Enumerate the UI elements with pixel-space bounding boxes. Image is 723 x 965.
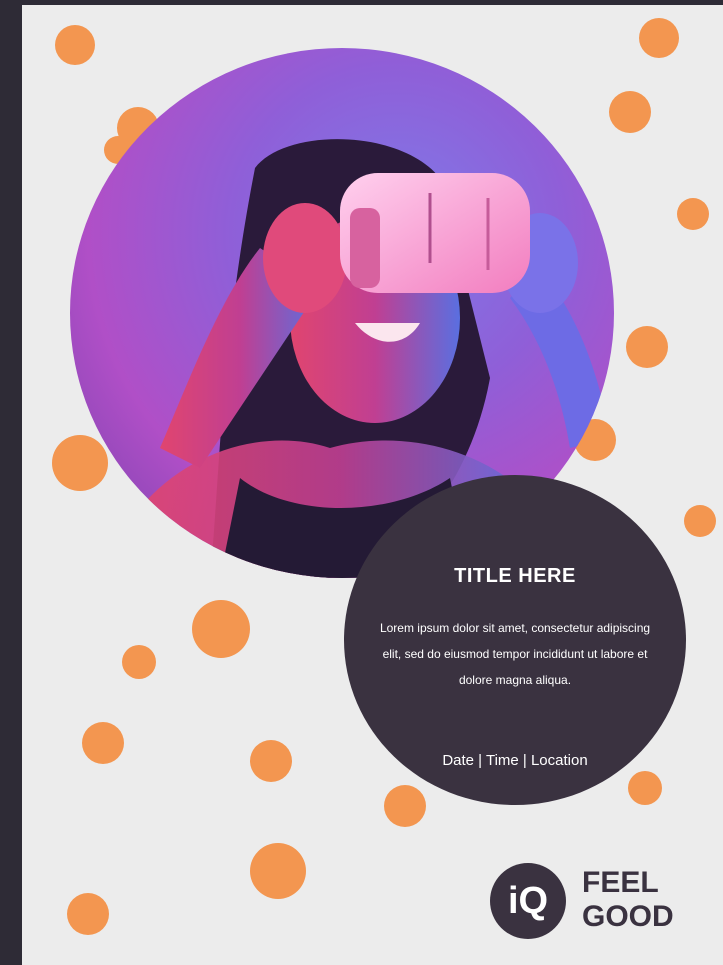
brand-word-feel: FEEL <box>582 866 659 899</box>
decor-dot <box>677 198 709 230</box>
decor-dot <box>122 645 156 679</box>
decor-dot <box>67 893 109 935</box>
decor-dot <box>250 740 292 782</box>
decor-dot <box>609 91 651 133</box>
decor-dot <box>192 600 250 658</box>
event-date-time-location: Date | Time | Location <box>442 752 588 769</box>
event-description: Lorem ipsum dolor sit amet, consectetur … <box>379 621 651 687</box>
decor-dot <box>250 843 306 899</box>
brand-word-good: GOOD <box>582 900 674 933</box>
decor-dot <box>82 722 124 764</box>
brand-wordmark: FEEL GOOD <box>582 866 674 934</box>
event-title: TITLE HERE <box>454 565 576 587</box>
decor-dot <box>684 505 716 537</box>
event-info-circle: TITLE HERE Lorem ipsum dolor sit amet, c… <box>344 475 686 805</box>
decor-dot <box>639 18 679 58</box>
decor-dot <box>628 771 662 805</box>
brand-logo: iQ FEEL GOOD <box>490 858 700 939</box>
iq-logo-icon: iQ <box>490 863 566 939</box>
decor-dot <box>626 326 668 368</box>
flyer-page: TITLE HERE Lorem ipsum dolor sit amet, c… <box>22 5 723 965</box>
decor-dot <box>384 785 426 827</box>
